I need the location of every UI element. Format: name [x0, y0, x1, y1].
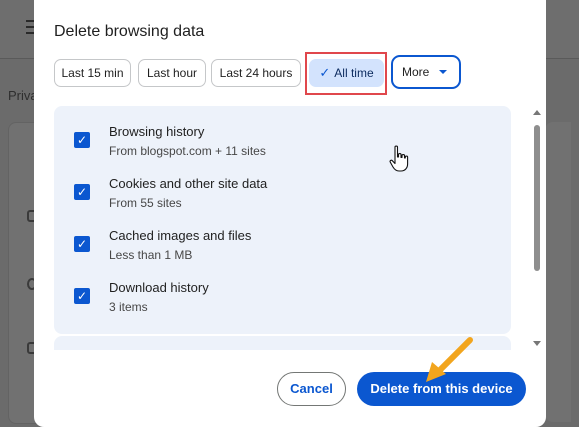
item-title: Browsing history	[109, 124, 205, 139]
delete-browsing-data-dialog: Delete browsing data Last 15 min Last ho…	[34, 0, 546, 427]
item-subtitle: Less than 1 MB	[109, 248, 193, 262]
list-item-browsing-history[interactable]: ✓ Browsing history From blogspot.com + 1…	[54, 112, 511, 164]
hand-cursor-icon	[389, 145, 409, 172]
item-subtitle: 3 items	[109, 300, 148, 314]
background-card-right	[545, 122, 571, 422]
checkbox-checked-icon[interactable]: ✓	[74, 132, 90, 148]
list-item-cookies[interactable]: ✓ Cookies and other site data From 55 si…	[54, 164, 511, 216]
chip-last-hour[interactable]: Last hour	[138, 59, 206, 87]
list-item-download-history[interactable]: ✓ Download history 3 items	[54, 268, 511, 320]
chip-last-15-min[interactable]: Last 15 min	[54, 59, 131, 87]
caret-down-icon	[439, 70, 447, 74]
chip-label: All time	[334, 66, 374, 80]
item-title: Download history	[109, 280, 209, 295]
item-subtitle: From blogspot.com + 11 sites	[109, 144, 266, 158]
checkbox-checked-icon[interactable]: ✓	[74, 236, 90, 252]
scroll-up-arrow-icon[interactable]	[533, 110, 541, 115]
chip-label: Last 24 hours	[219, 66, 293, 80]
scroll-down-arrow-icon[interactable]	[533, 341, 541, 346]
more-dropdown-button[interactable]: More	[391, 55, 461, 89]
cancel-button[interactable]: Cancel	[277, 372, 346, 406]
item-title: Cached images and files	[109, 228, 252, 243]
chip-last-24-hours[interactable]: Last 24 hours	[211, 59, 301, 87]
check-icon: ✓	[319, 65, 331, 80]
checkbox-checked-icon[interactable]: ✓	[74, 184, 90, 200]
annotation-arrow-icon	[426, 337, 473, 382]
checkbox-checked-icon[interactable]: ✓	[74, 288, 90, 304]
list-item-cached-images[interactable]: ✓ Cached images and files Less than 1 MB	[54, 216, 511, 268]
item-subtitle: From 55 sites	[109, 196, 182, 210]
chip-label: Last hour	[146, 66, 198, 80]
dialog-title: Delete browsing data	[54, 23, 205, 40]
scrollbar-thumb[interactable]	[534, 125, 540, 271]
more-label: More	[402, 65, 430, 79]
chip-all-time[interactable]: ✓ All time	[309, 59, 384, 87]
data-type-list: ✓ Browsing history From blogspot.com + 1…	[54, 106, 511, 334]
chip-label: Last 15 min	[61, 66, 124, 80]
scrollbar[interactable]	[532, 108, 542, 348]
item-title: Cookies and other site data	[109, 176, 268, 191]
